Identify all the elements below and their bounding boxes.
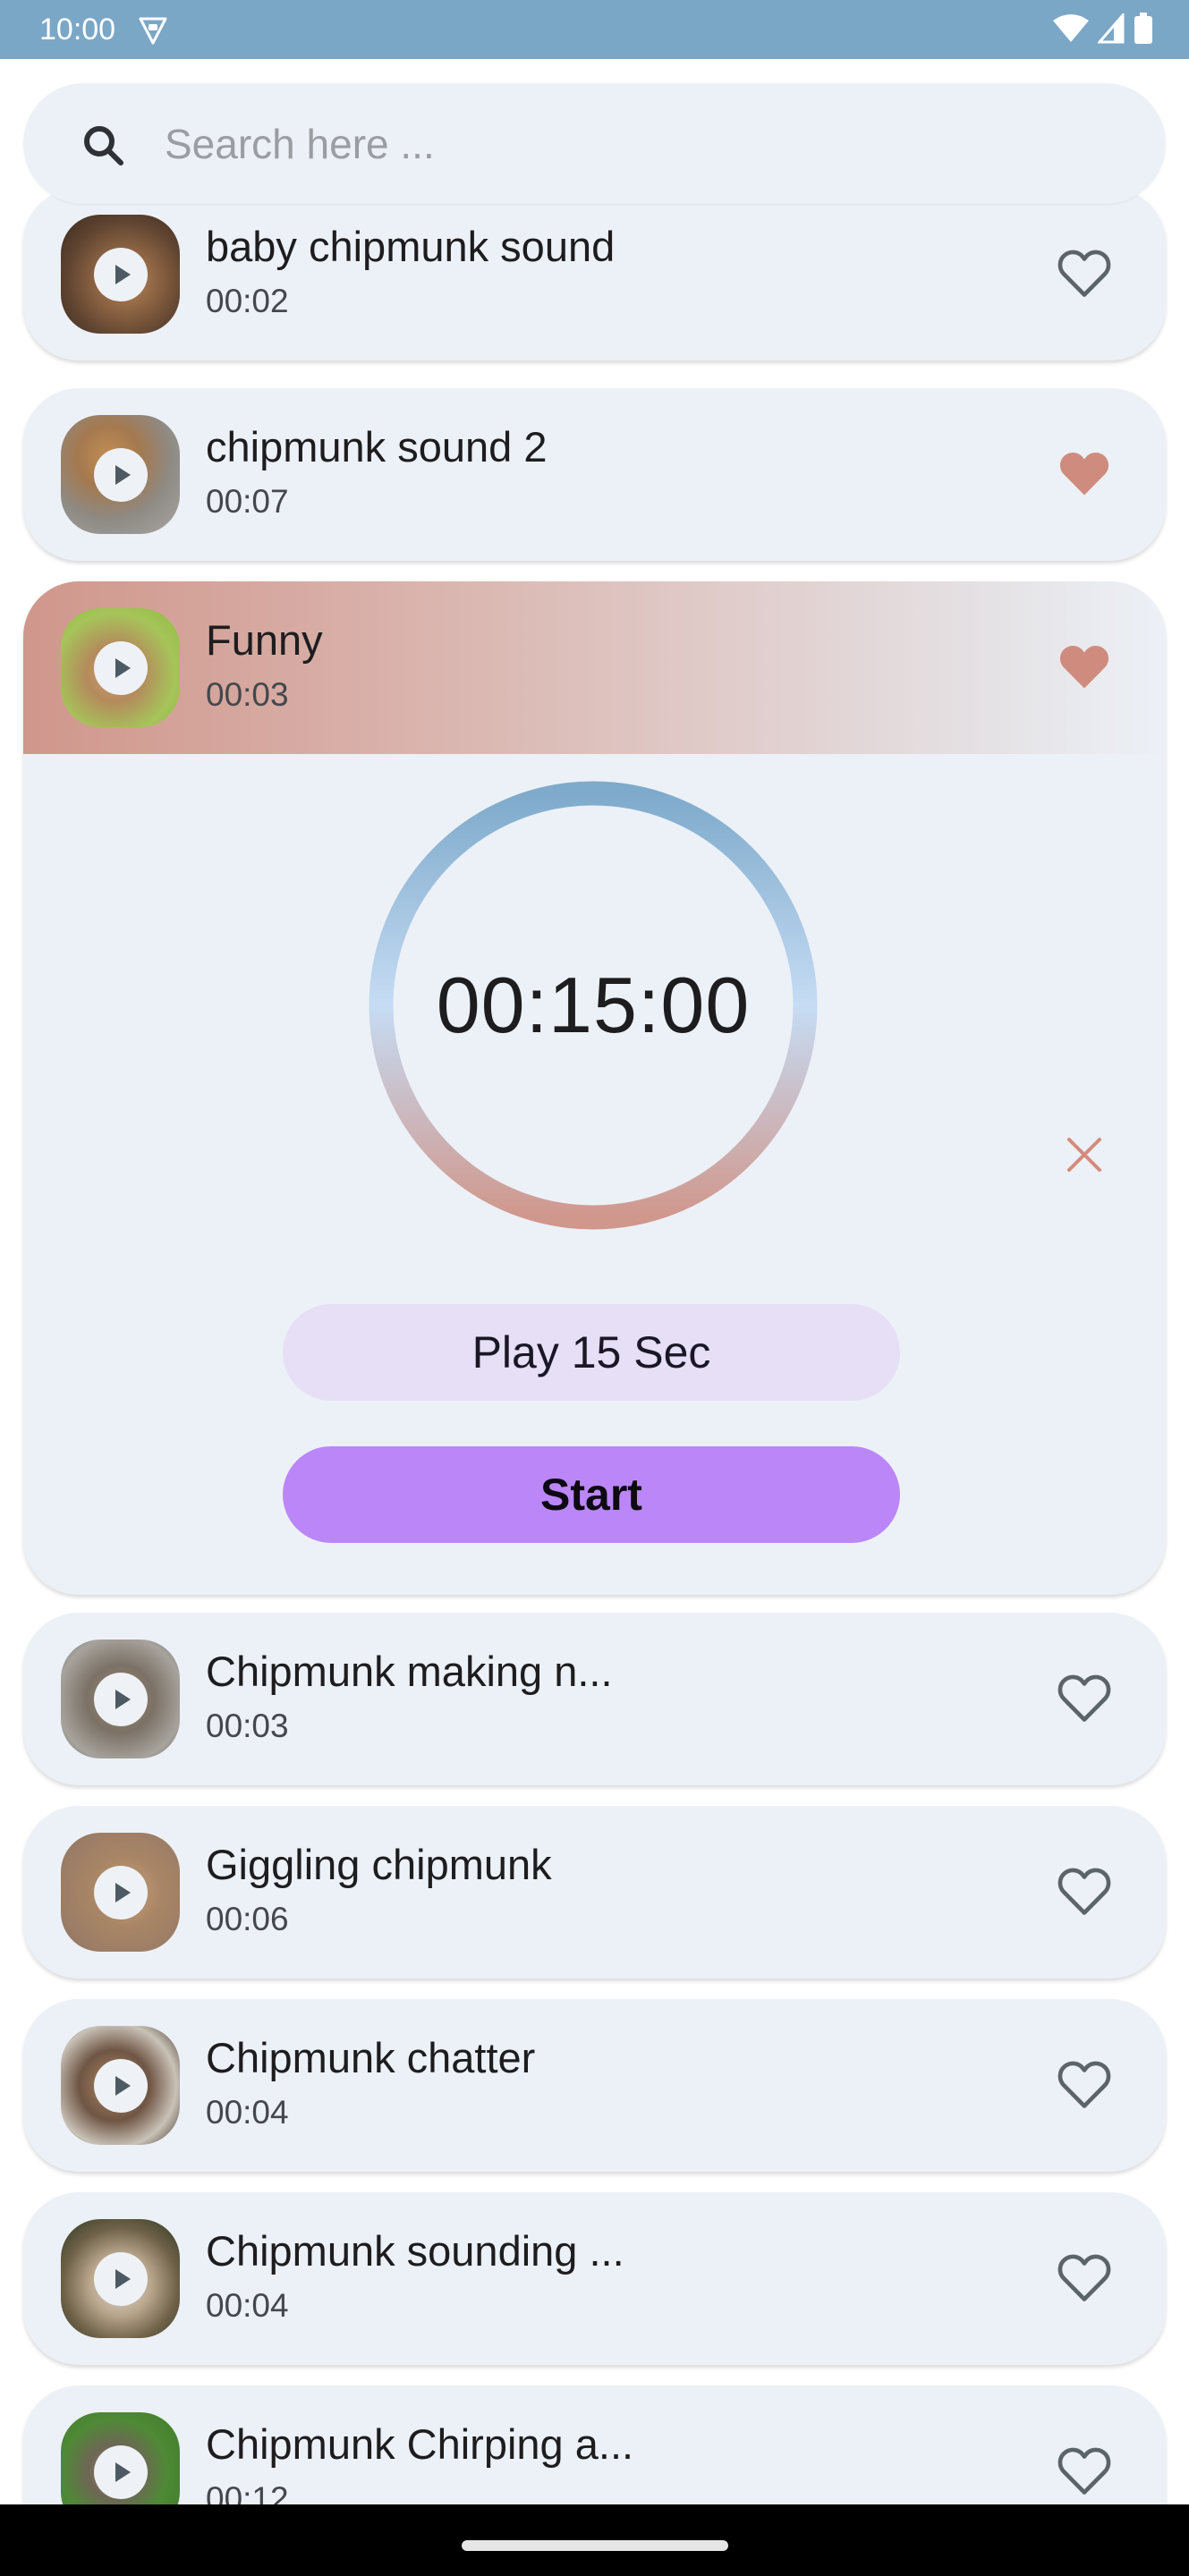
sound-duration: 00:12: [206, 2480, 289, 2504]
search-bar[interactable]: [23, 83, 1166, 204]
sound-duration: 00:03: [206, 676, 289, 713]
sound-title: baby chipmunk sound: [206, 223, 616, 270]
timer-panel: 00:15:00 Play 15 Sec Start: [23, 754, 1166, 1595]
sound-thumbnail[interactable]: [61, 2026, 180, 2145]
play-icon: [115, 265, 131, 284]
sound-list-screen: baby chipmunk sound 00:02 chipmunk sound…: [0, 59, 1189, 2504]
sound-card[interactable]: baby chipmunk sound 00:02: [23, 188, 1166, 360]
search-icon: [84, 126, 123, 165]
timer-display: 00:15:00: [436, 961, 751, 1049]
play-button[interactable]: [94, 2445, 148, 2499]
sound-row[interactable]: Chipmunk chatter 00:04: [23, 1999, 1166, 2172]
sound-row[interactable]: Chipmunk sounding ... 00:04: [23, 2192, 1166, 2365]
sound-thumbnail[interactable]: [61, 2219, 180, 2338]
sound-row[interactable]: Chipmunk Chirping a... 00:12: [23, 2385, 1166, 2504]
heart-outline-icon[interactable]: [1057, 247, 1112, 299]
sound-title: Chipmunk chatter: [206, 2034, 536, 2081]
sound-thumbnail[interactable]: [61, 215, 180, 334]
sound-title: Chipmunk Chirping a...: [206, 2420, 634, 2468]
sound-title: Chipmunk making n...: [206, 1648, 613, 1695]
play-15-sec-button[interactable]: Play 15 Sec: [283, 1304, 900, 1401]
sound-card[interactable]: Chipmunk chatter 00:04: [23, 1999, 1166, 2172]
sound-card[interactable]: Chipmunk sounding ... 00:04: [23, 2192, 1166, 2365]
play-button[interactable]: [94, 1673, 148, 1726]
heart-outline-icon[interactable]: [1057, 1865, 1112, 1917]
battery-icon: [1134, 13, 1152, 44]
heart-outline-icon[interactable]: [1057, 1672, 1112, 1724]
play-button[interactable]: [94, 2059, 148, 2113]
status-bar: 10:00: [0, 0, 1189, 59]
sound-row[interactable]: chipmunk sound 2 00:07: [23, 388, 1166, 561]
sound-thumbnail[interactable]: [61, 1833, 180, 1952]
sound-row[interactable]: Giggling chipmunk 00:06: [23, 1806, 1166, 1979]
sound-title: Funny: [206, 616, 323, 664]
sound-title: chipmunk sound 2: [206, 423, 548, 470]
sound-duration: 00:06: [206, 1901, 289, 1937]
vpn-shield-icon: [139, 17, 167, 45]
heart-filled-icon[interactable]: [1057, 447, 1112, 499]
sound-title: Chipmunk sounding ...: [206, 2227, 624, 2275]
sound-row[interactable]: Funny 00:03: [23, 581, 1166, 754]
sound-thumbnail[interactable]: [61, 1640, 180, 1758]
sound-card[interactable]: Chipmunk Chirping a... 00:12: [23, 2385, 1166, 2504]
sound-row[interactable]: baby chipmunk sound 00:02: [23, 188, 1166, 360]
play-icon: [115, 2076, 131, 2096]
sound-duration: 00:04: [206, 2094, 289, 2131]
sound-card[interactable]: chipmunk sound 2 00:07: [23, 388, 1166, 561]
sound-duration: 00:03: [206, 1707, 289, 1744]
play-icon: [115, 1883, 131, 1902]
play-button[interactable]: [94, 248, 148, 301]
play-button[interactable]: [94, 641, 148, 695]
play-button[interactable]: [94, 1866, 148, 1919]
play-icon: [115, 658, 131, 678]
close-icon[interactable]: [1066, 1136, 1103, 1174]
heart-outline-icon[interactable]: [1057, 2445, 1112, 2496]
play-icon: [115, 1690, 131, 1709]
sound-duration: 00:02: [206, 283, 289, 319]
play-icon: [115, 2462, 131, 2482]
play-icon: [115, 465, 131, 485]
status-time: 10:00: [39, 13, 116, 47]
sound-row[interactable]: Chipmunk making n... 00:03: [23, 1613, 1166, 1785]
heart-outline-icon[interactable]: [1057, 2058, 1112, 2110]
sound-thumbnail[interactable]: [61, 2412, 180, 2504]
sound-thumbnail[interactable]: [61, 608, 180, 727]
play-button[interactable]: [94, 2252, 148, 2306]
sound-card[interactable]: Chipmunk making n... 00:03: [23, 1613, 1166, 1785]
heart-filled-icon[interactable]: [1057, 640, 1112, 692]
heart-outline-icon[interactable]: [1057, 2251, 1112, 2303]
sound-duration: 00:04: [206, 2287, 289, 2324]
cell-signal-icon: [1098, 13, 1125, 44]
sound-card[interactable]: Giggling chipmunk 00:06: [23, 1806, 1166, 1979]
wifi-icon: [1053, 14, 1089, 42]
start-button[interactable]: Start: [283, 1446, 900, 1543]
play-button[interactable]: [94, 448, 148, 502]
play-icon: [115, 2269, 131, 2289]
sound-thumbnail[interactable]: [61, 415, 180, 534]
sound-card-expanded[interactable]: Funny 00:03 00:15:00 Play 15 Sec Start: [23, 581, 1166, 1595]
sound-duration: 00:07: [206, 483, 289, 520]
search-input[interactable]: [165, 110, 1113, 177]
home-gesture-handle[interactable]: [462, 2540, 728, 2551]
sound-title: Giggling chipmunk: [206, 1841, 552, 1888]
system-nav-bar: [0, 2504, 1189, 2576]
